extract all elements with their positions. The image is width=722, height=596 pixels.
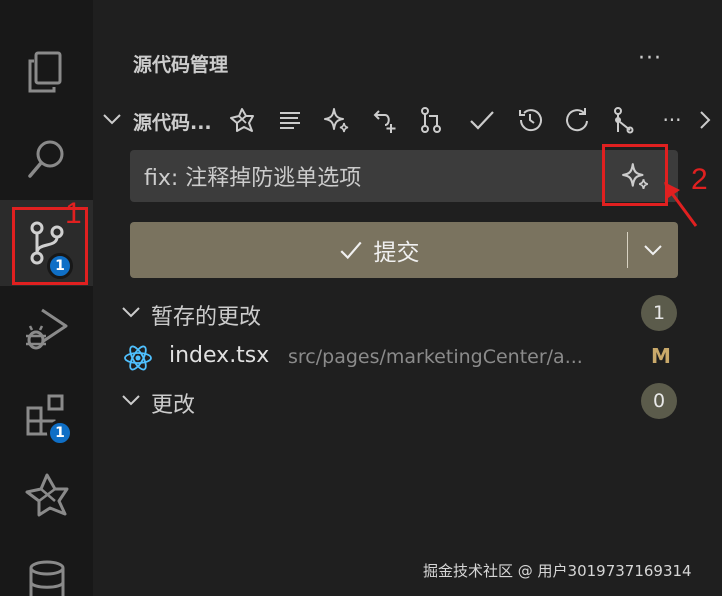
sidebar-title: 源代码管理 xyxy=(133,54,229,76)
commit-button[interactable]: 提交 xyxy=(130,222,627,278)
commit-message-text: fix: 注释掉防逃单选项 xyxy=(144,166,362,191)
staged-file-row[interactable]: index.tsx src/pages/marketingCenter/a...… xyxy=(93,337,722,377)
commit-options-dropdown[interactable] xyxy=(628,222,678,278)
chevron-down-icon xyxy=(644,245,662,256)
annotation-number-1: 1 xyxy=(65,197,82,230)
staged-changes-group[interactable]: 暂存的更改 1 xyxy=(93,293,722,333)
more-icon: ··· xyxy=(662,108,682,132)
search-icon xyxy=(27,140,63,178)
commit-button-label: 提交 xyxy=(373,240,420,266)
section-more-button[interactable]: ··· xyxy=(656,104,688,136)
watermark: 掘金技术社区 @ 用户3019737169314 xyxy=(423,562,692,580)
refresh-icon xyxy=(566,108,588,132)
debug-icon xyxy=(25,308,67,350)
graph-button[interactable] xyxy=(608,104,640,136)
discard-stage-button[interactable] xyxy=(368,104,400,136)
chevron-down-icon xyxy=(122,307,140,318)
sparkle-icon xyxy=(324,108,349,133)
graph-icon xyxy=(614,107,634,134)
check-icon xyxy=(339,241,362,260)
activity-explorer[interactable] xyxy=(0,30,93,116)
list-icon xyxy=(280,112,300,129)
changes-group[interactable]: 更改 0 xyxy=(93,381,722,421)
generate-message-button[interactable] xyxy=(321,104,353,136)
changes-count-badge: 0 xyxy=(641,383,677,419)
undo-plus-icon xyxy=(373,110,396,133)
source-control-sidebar: 源代码管理 ··· 源代码... ··· fix: 注释掉防逃单选项 提交 暂存… xyxy=(93,0,722,596)
staged-changes-label: 暂存的更改 xyxy=(151,305,262,330)
chevron-right-icon xyxy=(700,111,711,129)
activity-ai-assistant[interactable] xyxy=(0,452,93,538)
ai-logo-icon xyxy=(230,108,254,132)
annotation-arrow xyxy=(664,182,698,227)
activity-search[interactable] xyxy=(0,116,93,202)
ai-logo-icon xyxy=(25,473,68,517)
file-path: src/pages/marketingCenter/a... xyxy=(288,346,583,368)
changes-label: 更改 xyxy=(151,393,196,418)
activity-extensions[interactable]: 1 xyxy=(0,372,93,458)
source-control-section-header[interactable]: 源代码... ··· xyxy=(93,98,722,144)
files-icon xyxy=(28,51,61,93)
toolbar-overflow-button[interactable] xyxy=(691,104,719,136)
vscode-window: 1 1 源代码管理 ··· 源代码... ··· fix: 注释掉防逃单选项 提… xyxy=(0,0,722,596)
view-as-list-button[interactable] xyxy=(274,104,306,136)
staged-count-badge: 1 xyxy=(641,295,677,331)
commit-check-button[interactable] xyxy=(466,104,498,136)
activity-database[interactable] xyxy=(0,538,93,596)
sidebar-more-button[interactable]: ··· xyxy=(638,46,662,71)
branch-icon xyxy=(421,107,441,133)
commit-message-input[interactable]: fix: 注释掉防逃单选项 xyxy=(130,150,678,202)
section-title: 源代码... xyxy=(133,112,212,134)
extensions-badge: 1 xyxy=(47,420,73,446)
history-icon xyxy=(519,109,542,132)
activity-bar: 1 1 xyxy=(0,0,93,596)
branch-button[interactable] xyxy=(415,104,447,136)
ai-logo-button[interactable] xyxy=(226,104,258,136)
chevron-down-icon xyxy=(122,395,140,406)
annotation-box-2 xyxy=(602,144,668,206)
chevron-down-icon[interactable] xyxy=(99,106,125,132)
history-button[interactable] xyxy=(514,104,546,136)
database-icon xyxy=(29,560,64,596)
file-status-badge: M xyxy=(651,344,671,368)
react-file-icon xyxy=(124,345,152,371)
check-icon xyxy=(470,111,494,130)
file-name: index.tsx xyxy=(169,343,270,368)
activity-run-debug[interactable] xyxy=(0,286,93,372)
refresh-button[interactable] xyxy=(561,104,593,136)
commit-button-group: 提交 xyxy=(130,222,678,278)
